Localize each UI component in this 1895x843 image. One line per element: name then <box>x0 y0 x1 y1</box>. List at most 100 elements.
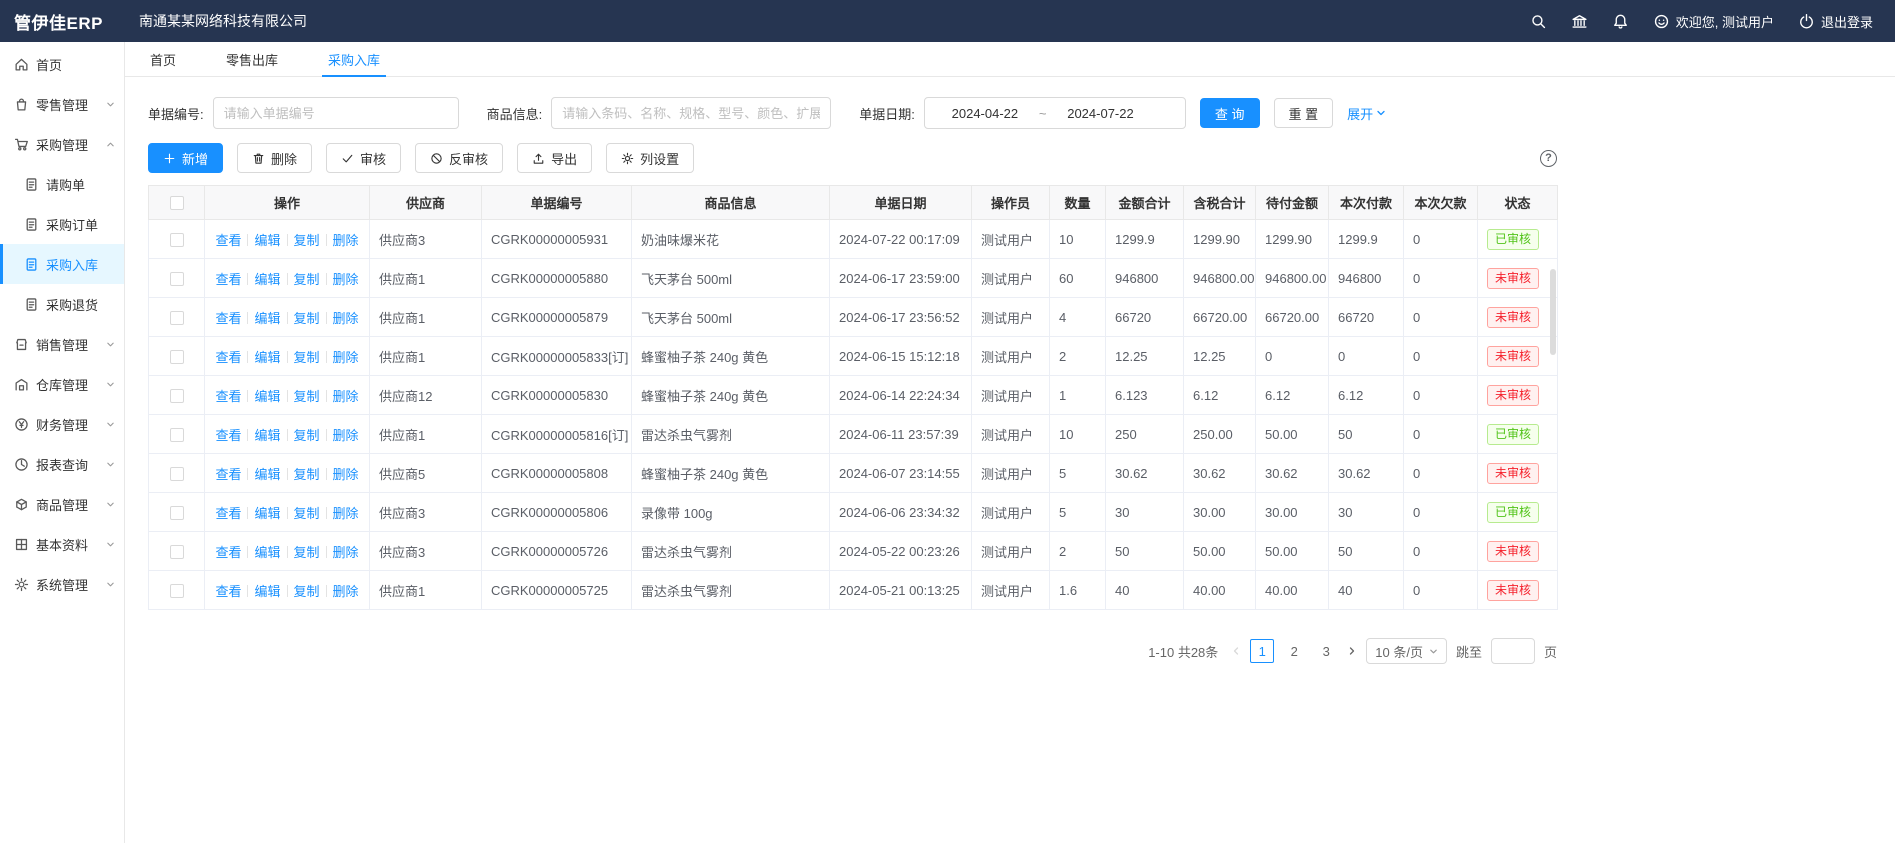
row-checkbox[interactable] <box>170 584 184 598</box>
expand-link[interactable]: 展开 <box>1347 104 1386 123</box>
delete-link[interactable]: 删除 <box>333 389 359 404</box>
next-page-icon[interactable] <box>1347 646 1357 656</box>
copy-link[interactable]: 复制 <box>294 506 320 521</box>
edit-link[interactable]: 编辑 <box>254 272 280 287</box>
row-checkbox[interactable] <box>170 467 184 481</box>
product-info-input[interactable] <box>551 97 831 129</box>
sidebar-item[interactable]: 基本资料 <box>0 524 124 564</box>
unaudit-button[interactable]: 反审核 <box>415 143 503 173</box>
sidebar-item[interactable]: 仓库管理 <box>0 364 124 404</box>
audit-button[interactable]: 审核 <box>326 143 401 173</box>
delete-link[interactable]: 删除 <box>333 584 359 599</box>
page-number[interactable]: 2 <box>1282 639 1306 663</box>
delete-link[interactable]: 删除 <box>333 233 359 248</box>
bill-no-input[interactable] <box>213 97 459 129</box>
copy-link[interactable]: 复制 <box>294 389 320 404</box>
sidebar-item[interactable]: 报表查询 <box>0 444 124 484</box>
page-size-select[interactable]: 10 条/页 <box>1366 638 1447 664</box>
cell-tax-total: 6.12 <box>1184 376 1256 415</box>
delete-link[interactable]: 删除 <box>333 350 359 365</box>
sidebar-subitem[interactable]: 采购订单 <box>0 204 124 244</box>
tab-item[interactable]: 采购入库 <box>326 42 382 76</box>
view-link[interactable]: 查看 <box>215 350 241 365</box>
sidebar-item[interactable]: 系统管理 <box>0 564 124 604</box>
jump-page-input[interactable] <box>1491 638 1535 664</box>
view-link[interactable]: 查看 <box>215 389 241 404</box>
edit-link[interactable]: 编辑 <box>254 233 280 248</box>
row-checkbox[interactable] <box>170 233 184 247</box>
view-link[interactable]: 查看 <box>215 545 241 560</box>
edit-link[interactable]: 编辑 <box>254 311 280 326</box>
sidebar-item[interactable]: 首页 <box>0 44 124 84</box>
table-scrollbar[interactable] <box>1550 269 1556 355</box>
sidebar-item[interactable]: 商品管理 <box>0 484 124 524</box>
edit-link[interactable]: 编辑 <box>254 350 280 365</box>
edit-link[interactable]: 编辑 <box>254 584 280 599</box>
bank-icon[interactable] <box>1571 13 1588 30</box>
page-number[interactable]: 1 <box>1250 639 1274 663</box>
page-number[interactable]: 3 <box>1314 639 1338 663</box>
row-checkbox[interactable] <box>170 350 184 364</box>
delete-button[interactable]: 删除 <box>237 143 312 173</box>
row-checkbox[interactable] <box>170 272 184 286</box>
copy-link[interactable]: 复制 <box>294 467 320 482</box>
edit-link[interactable]: 编辑 <box>254 506 280 521</box>
bill-date-range[interactable]: ~ <box>924 97 1186 129</box>
sidebar-subitem[interactable]: 采购退货 <box>0 284 124 324</box>
search-icon[interactable] <box>1530 13 1547 30</box>
copy-link[interactable]: 复制 <box>294 311 320 326</box>
sidebar-item[interactable]: 财务管理 <box>0 404 124 444</box>
cell-amount: 946800 <box>1106 259 1184 298</box>
copy-link[interactable]: 复制 <box>294 272 320 287</box>
help-icon[interactable] <box>1540 150 1557 167</box>
sidebar-item[interactable]: 销售管理 <box>0 324 124 364</box>
copy-link[interactable]: 复制 <box>294 233 320 248</box>
sidebar-subitem[interactable]: 采购入库 <box>0 244 124 284</box>
sidebar-subitem[interactable]: 请购单 <box>0 164 124 204</box>
delete-link[interactable]: 删除 <box>333 311 359 326</box>
date-end-input[interactable] <box>1048 106 1152 121</box>
edit-link[interactable]: 编辑 <box>254 428 280 443</box>
view-link[interactable]: 查看 <box>215 428 241 443</box>
view-link[interactable]: 查看 <box>215 233 241 248</box>
tab-item[interactable]: 首页 <box>148 42 178 76</box>
view-link[interactable]: 查看 <box>215 506 241 521</box>
select-all-checkbox[interactable] <box>170 196 184 210</box>
row-checkbox[interactable] <box>170 389 184 403</box>
edit-link[interactable]: 编辑 <box>254 467 280 482</box>
column-settings-button[interactable]: 列设置 <box>606 143 694 173</box>
delete-link[interactable]: 删除 <box>333 272 359 287</box>
tab-item[interactable]: 零售出库 <box>224 42 280 76</box>
search-button[interactable]: 查 询 <box>1200 98 1260 128</box>
edit-link[interactable]: 编辑 <box>254 389 280 404</box>
copy-link[interactable]: 复制 <box>294 584 320 599</box>
row-checkbox[interactable] <box>170 545 184 559</box>
status-badge: 已审核 <box>1487 229 1539 250</box>
export-button[interactable]: 导出 <box>517 143 592 173</box>
welcome-user[interactable]: 欢迎您, 测试用户 <box>1653 12 1774 31</box>
reset-button[interactable]: 重 置 <box>1274 98 1334 128</box>
sidebar-item[interactable]: 采购管理 <box>0 124 124 164</box>
date-start-input[interactable] <box>933 106 1037 121</box>
delete-link[interactable]: 删除 <box>333 428 359 443</box>
view-link[interactable]: 查看 <box>215 311 241 326</box>
prev-page-icon[interactable] <box>1231 646 1241 656</box>
view-link[interactable]: 查看 <box>215 584 241 599</box>
delete-link[interactable]: 删除 <box>333 506 359 521</box>
copy-link[interactable]: 复制 <box>294 545 320 560</box>
cell-operator: 测试用户 <box>972 415 1050 454</box>
row-checkbox[interactable] <box>170 311 184 325</box>
logout-button[interactable]: 退出登录 <box>1798 12 1873 31</box>
sidebar-item[interactable]: 零售管理 <box>0 84 124 124</box>
add-button[interactable]: 新增 <box>148 143 223 173</box>
delete-link[interactable]: 删除 <box>333 467 359 482</box>
copy-link[interactable]: 复制 <box>294 428 320 443</box>
edit-link[interactable]: 编辑 <box>254 545 280 560</box>
copy-link[interactable]: 复制 <box>294 350 320 365</box>
view-link[interactable]: 查看 <box>215 272 241 287</box>
view-link[interactable]: 查看 <box>215 467 241 482</box>
bell-icon[interactable] <box>1612 13 1629 30</box>
row-checkbox[interactable] <box>170 428 184 442</box>
delete-link[interactable]: 删除 <box>333 545 359 560</box>
row-checkbox[interactable] <box>170 506 184 520</box>
